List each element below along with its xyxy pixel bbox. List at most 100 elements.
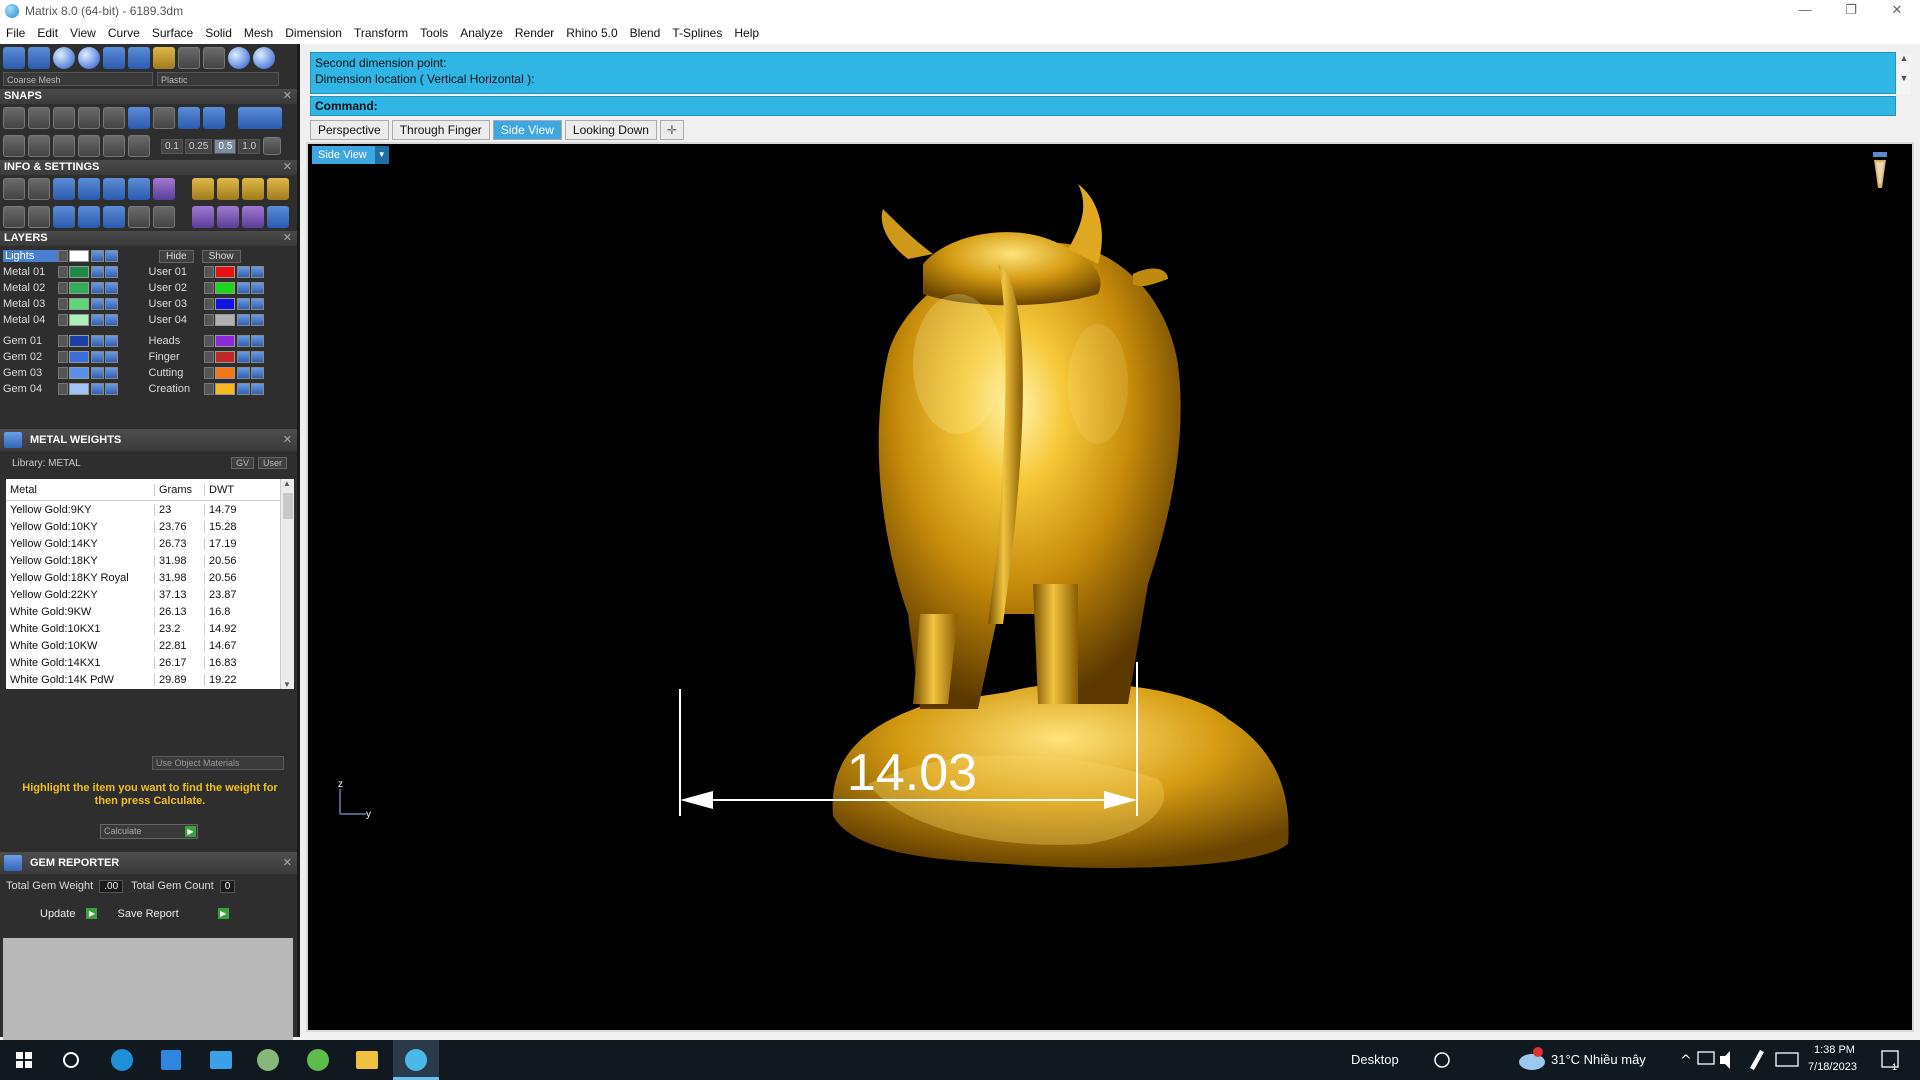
gold-sphere-icon[interactable] bbox=[153, 47, 175, 69]
column-header[interactable]: Metal bbox=[6, 484, 154, 496]
snap-value[interactable]: 0.1 bbox=[161, 138, 183, 154]
viewport[interactable]: Side View ▼ 14.03 z y bbox=[306, 142, 1914, 1032]
menu-item-curve[interactable]: Curve bbox=[108, 26, 140, 40]
history-scrollbar[interactable]: ▲ ▼ bbox=[1897, 53, 1911, 95]
refresh-app-icon[interactable] bbox=[307, 1049, 329, 1071]
menu-item-edit[interactable]: Edit bbox=[37, 26, 58, 40]
use-object-materials-dropdown[interactable]: Use Object Materials bbox=[152, 756, 284, 770]
light-icon[interactable] bbox=[28, 47, 50, 69]
edit-icon[interactable] bbox=[128, 178, 150, 200]
layer-color-swatch[interactable] bbox=[214, 314, 235, 326]
tan-snap-icon[interactable] bbox=[128, 107, 150, 129]
planar-icon[interactable] bbox=[28, 135, 50, 157]
table-row[interactable]: Yellow Gold:14KY 26.73 17.19 bbox=[6, 535, 294, 552]
minimize-button[interactable]: — bbox=[1782, 0, 1828, 22]
layer-arrow-icon[interactable] bbox=[58, 351, 68, 363]
mesh-dropdown[interactable]: Coarse Mesh bbox=[3, 72, 153, 86]
layer-arrow-icon[interactable] bbox=[203, 367, 214, 379]
table-row[interactable]: Yellow Gold:10KY 23.76 15.28 bbox=[6, 518, 294, 535]
layer-color-swatch[interactable] bbox=[69, 351, 89, 363]
layer-metal-04[interactable]: Metal 04 bbox=[3, 314, 149, 326]
update-button[interactable]: Update ▶ bbox=[40, 908, 98, 920]
visibility-icon[interactable] bbox=[250, 335, 264, 347]
table-scrollbar[interactable]: ▲ ▼ bbox=[280, 479, 294, 689]
table-row[interactable]: White Gold:10KX1 23.2 14.92 bbox=[6, 620, 294, 637]
layer-arrow-icon[interactable] bbox=[203, 314, 214, 326]
layer-color-swatch[interactable] bbox=[69, 298, 89, 310]
layer-color-swatch[interactable] bbox=[69, 335, 89, 347]
cube-icon[interactable] bbox=[78, 178, 100, 200]
command-input[interactable]: Command: bbox=[310, 96, 1896, 116]
table-row[interactable]: Yellow Gold:9KY 23 14.79 bbox=[6, 501, 294, 518]
mesh-tool-icon[interactable] bbox=[217, 206, 239, 228]
snap-value-selected[interactable]: 0.5 bbox=[214, 138, 237, 154]
silver-sphere-icon[interactable] bbox=[178, 47, 200, 69]
settings-icon[interactable] bbox=[3, 178, 25, 200]
list-icon[interactable] bbox=[153, 206, 175, 228]
lock-icon[interactable] bbox=[236, 351, 250, 363]
app-icon-generic[interactable] bbox=[257, 1049, 279, 1071]
layer-user-01[interactable]: User 01 bbox=[149, 266, 295, 278]
tab-through-finger[interactable]: Through Finger bbox=[391, 120, 490, 140]
tab-perspective[interactable]: Perspective bbox=[310, 120, 389, 140]
line-icon[interactable] bbox=[53, 135, 75, 157]
visibility-icon[interactable] bbox=[105, 335, 118, 347]
grid-snap-icon[interactable] bbox=[3, 135, 25, 157]
visibility-icon[interactable] bbox=[105, 367, 118, 379]
lock-icon[interactable] bbox=[91, 250, 104, 262]
weather-cloud-icon[interactable] bbox=[1519, 1054, 1545, 1070]
table-row[interactable]: White Gold:10KW 22.81 14.67 bbox=[6, 637, 294, 654]
calculate-button[interactable]: Calculate ▶ bbox=[100, 824, 198, 839]
weather-text[interactable]: 31°C Nhiều mây bbox=[1551, 1052, 1646, 1067]
box-icon[interactable] bbox=[53, 206, 75, 228]
visibility-icon[interactable] bbox=[105, 250, 118, 262]
layer-color-swatch[interactable] bbox=[214, 266, 235, 278]
layer-arrow-icon[interactable] bbox=[58, 266, 68, 278]
layer-color-swatch[interactable] bbox=[69, 367, 89, 379]
add-tab-icon[interactable]: ✛ bbox=[659, 120, 685, 140]
picture-icon[interactable] bbox=[267, 178, 289, 200]
desktop-label[interactable]: Desktop bbox=[1351, 1052, 1399, 1067]
lock-icon[interactable] bbox=[91, 282, 104, 294]
layer-creation[interactable]: Creation bbox=[149, 383, 295, 395]
material-dropdown[interactable]: Plastic bbox=[157, 72, 279, 86]
people-icon[interactable] bbox=[1434, 1052, 1450, 1068]
layer-arrow-icon[interactable] bbox=[58, 298, 68, 310]
grid-icon[interactable] bbox=[3, 47, 25, 69]
layer-color-swatch[interactable] bbox=[214, 383, 235, 395]
table-row[interactable]: Yellow Gold:22KY 37.13 23.87 bbox=[6, 586, 294, 603]
menu-item-mesh[interactable]: Mesh bbox=[244, 26, 273, 40]
show-button[interactable]: Show bbox=[201, 249, 241, 263]
curve-tool-icon[interactable] bbox=[242, 206, 264, 228]
center-snap-icon[interactable] bbox=[153, 107, 175, 129]
menu-item-view[interactable]: View bbox=[70, 26, 96, 40]
lock-icon[interactable] bbox=[236, 335, 250, 347]
lock-icon[interactable] bbox=[236, 383, 250, 395]
arrow-icon[interactable] bbox=[128, 135, 150, 157]
filter-icon[interactable] bbox=[103, 206, 125, 228]
column-header[interactable]: Grams bbox=[154, 483, 204, 496]
snap-value[interactable]: 0.25 bbox=[184, 138, 213, 154]
table-row[interactable]: Yellow Gold:18KY 31.98 20.56 bbox=[6, 552, 294, 569]
lock-icon[interactable] bbox=[236, 266, 250, 278]
lock-icon[interactable] bbox=[91, 367, 104, 379]
table-row[interactable]: White Gold:14K PdW 29.89 19.22 bbox=[6, 671, 294, 688]
close-button[interactable]: ✕ bbox=[1874, 0, 1920, 22]
lock-icon[interactable] bbox=[91, 351, 104, 363]
layer-user-03[interactable]: User 03 bbox=[149, 298, 295, 310]
visibility-icon[interactable] bbox=[250, 282, 264, 294]
phone-icon[interactable] bbox=[103, 178, 125, 200]
clock-time[interactable]: 1:38 PM bbox=[1814, 1044, 1855, 1056]
menu-item-solid[interactable]: Solid bbox=[205, 26, 232, 40]
transform-icon[interactable] bbox=[217, 178, 239, 200]
layer-color-swatch[interactable] bbox=[214, 335, 235, 347]
layer-arrow-icon[interactable] bbox=[58, 250, 68, 262]
snap-value[interactable]: 1.0 bbox=[238, 138, 261, 154]
hide-button[interactable]: Hide bbox=[159, 249, 194, 263]
gv-toggle[interactable]: GV bbox=[230, 457, 254, 469]
lock-icon[interactable] bbox=[236, 298, 250, 310]
menu-item-render[interactable]: Render bbox=[515, 26, 554, 40]
layer-arrow-icon[interactable] bbox=[203, 335, 214, 347]
layer-arrow-icon[interactable] bbox=[203, 298, 214, 310]
window-icon[interactable] bbox=[28, 206, 50, 228]
